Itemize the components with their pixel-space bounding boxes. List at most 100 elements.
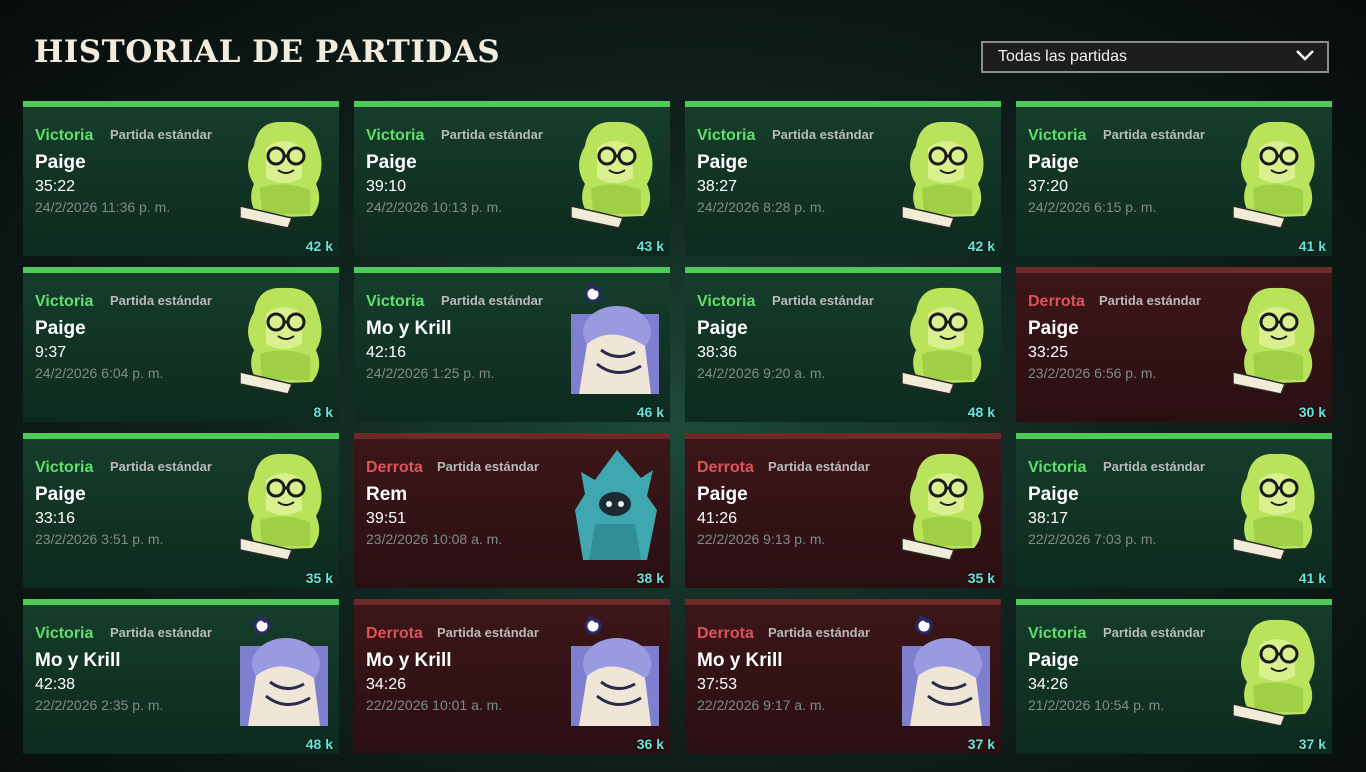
match-duration: 42:16 — [366, 344, 407, 361]
match-card[interactable]: Victoria Partida estándar Paige 33:16 23… — [23, 433, 339, 588]
match-duration: 38:27 — [697, 178, 738, 195]
match-grid: Victoria Partida estándar Paige 35:22 24… — [23, 101, 1332, 754]
match-duration: 34:26 — [1028, 676, 1069, 693]
hero-name: Mo y Krill — [35, 650, 121, 671]
hero-name: Paige — [35, 318, 86, 339]
paige-portrait — [240, 450, 328, 560]
match-mode: Partida estándar — [441, 127, 543, 142]
match-result: Derrota — [697, 625, 754, 642]
match-card[interactable]: Derrota Partida estándar Mo y Krill 37:5… — [685, 599, 1001, 754]
match-card[interactable]: Victoria Partida estándar Paige 39:10 24… — [354, 101, 670, 256]
match-result: Derrota — [697, 459, 754, 476]
match-date: 22/2/2026 2:35 p. m. — [35, 697, 164, 713]
paige-portrait — [571, 118, 659, 228]
match-date: 24/2/2026 1:25 p. m. — [366, 365, 495, 381]
match-date: 23/2/2026 3:51 p. m. — [35, 531, 164, 547]
match-duration: 41:26 — [697, 510, 738, 527]
match-result: Victoria — [1028, 127, 1087, 144]
page-title: HISTORIAL DE PARTIDAS — [34, 34, 501, 70]
mo-krill-portrait — [902, 616, 990, 726]
paige-portrait — [1233, 616, 1321, 726]
match-date: 24/2/2026 10:13 p. m. — [366, 199, 503, 215]
souls-count: 41 k — [1298, 570, 1326, 586]
match-card[interactable]: Victoria Partida estándar Paige 38:27 24… — [685, 101, 1001, 256]
match-mode: Partida estándar — [441, 293, 543, 308]
match-card[interactable]: Victoria Partida estándar Mo y Krill 42:… — [354, 267, 670, 422]
match-card[interactable]: Victoria Partida estándar Paige 38:17 22… — [1016, 433, 1332, 588]
match-card[interactable]: Victoria Partida estándar Paige 9:37 24/… — [23, 267, 339, 422]
match-date: 22/2/2026 9:17 a. m. — [697, 697, 826, 713]
match-result: Victoria — [35, 625, 94, 642]
match-duration: 39:51 — [366, 510, 407, 527]
hero-name: Rem — [366, 484, 408, 505]
paige-portrait — [1233, 118, 1321, 228]
match-date: 22/2/2026 7:03 p. m. — [1028, 531, 1157, 547]
match-mode: Partida estándar — [437, 459, 539, 474]
match-date: 24/2/2026 6:04 p. m. — [35, 365, 164, 381]
match-card[interactable]: Victoria Partida estándar Paige 34:26 21… — [1016, 599, 1332, 754]
match-card[interactable]: Derrota Partida estándar Rem 39:51 23/2/… — [354, 433, 670, 588]
match-date: 24/2/2026 9:20 a. m. — [697, 365, 826, 381]
match-duration: 33:16 — [35, 510, 76, 527]
match-card[interactable]: Derrota Partida estándar Paige 41:26 22/… — [685, 433, 1001, 588]
match-filter-selected: Todas las partidas — [998, 48, 1127, 65]
match-date: 23/2/2026 6:56 p. m. — [1028, 365, 1157, 381]
match-mode: Partida estándar — [110, 293, 212, 308]
match-duration: 38:36 — [697, 344, 738, 361]
paige-portrait — [240, 118, 328, 228]
souls-count: 46 k — [636, 404, 664, 420]
paige-portrait — [1233, 450, 1321, 560]
match-card[interactable]: Victoria Partida estándar Paige 37:20 24… — [1016, 101, 1332, 256]
mo-krill-portrait — [240, 616, 328, 726]
hero-name: Paige — [35, 484, 86, 505]
souls-count: 48 k — [305, 736, 333, 752]
match-duration: 38:17 — [1028, 510, 1069, 527]
match-result: Victoria — [35, 459, 94, 476]
souls-count: 42 k — [967, 238, 995, 254]
match-result: Derrota — [366, 625, 423, 642]
hero-name: Paige — [1028, 318, 1079, 339]
match-mode: Partida estándar — [1103, 625, 1205, 640]
match-result: Victoria — [366, 293, 425, 310]
hero-name: Paige — [697, 152, 748, 173]
match-mode: Partida estándar — [437, 625, 539, 640]
mo-krill-portrait — [571, 616, 659, 726]
souls-count: 37 k — [1298, 736, 1326, 752]
match-date: 21/2/2026 10:54 p. m. — [1028, 697, 1165, 713]
match-card[interactable]: Derrota Partida estándar Mo y Krill 34:2… — [354, 599, 670, 754]
match-duration: 39:10 — [366, 178, 407, 195]
match-mode: Partida estándar — [772, 127, 874, 142]
mo-krill-portrait — [571, 284, 659, 394]
match-mode: Partida estándar — [1099, 293, 1201, 308]
match-card[interactable]: Victoria Partida estándar Paige 38:36 24… — [685, 267, 1001, 422]
match-result: Derrota — [366, 459, 423, 476]
rem-portrait — [571, 450, 659, 560]
hero-name: Mo y Krill — [366, 650, 452, 671]
match-duration: 33:25 — [1028, 344, 1069, 361]
match-result: Victoria — [35, 293, 94, 310]
souls-count: 42 k — [305, 238, 333, 254]
match-filter-dropdown[interactable]: Todas las partidas — [981, 41, 1329, 73]
souls-count: 30 k — [1298, 404, 1326, 420]
match-duration: 37:53 — [697, 676, 738, 693]
match-mode: Partida estándar — [772, 293, 874, 308]
match-result: Victoria — [1028, 625, 1087, 642]
match-mode: Partida estándar — [1103, 459, 1205, 474]
match-result: Victoria — [35, 127, 94, 144]
match-card[interactable]: Victoria Partida estándar Mo y Krill 42:… — [23, 599, 339, 754]
match-date: 22/2/2026 10:01 a. m. — [366, 697, 503, 713]
match-result: Victoria — [1028, 459, 1087, 476]
match-card[interactable]: Derrota Partida estándar Paige 33:25 23/… — [1016, 267, 1332, 422]
souls-count: 35 k — [967, 570, 995, 586]
hero-name: Mo y Krill — [366, 318, 452, 339]
hero-name: Paige — [366, 152, 417, 173]
hero-name: Paige — [1028, 650, 1079, 671]
souls-count: 48 k — [967, 404, 995, 420]
match-card[interactable]: Victoria Partida estándar Paige 35:22 24… — [23, 101, 339, 256]
souls-count: 37 k — [967, 736, 995, 752]
souls-count: 41 k — [1298, 238, 1326, 254]
souls-count: 36 k — [636, 736, 664, 752]
paige-portrait — [902, 284, 990, 394]
souls-count: 43 k — [636, 238, 664, 254]
match-date: 22/2/2026 9:13 p. m. — [697, 531, 826, 547]
